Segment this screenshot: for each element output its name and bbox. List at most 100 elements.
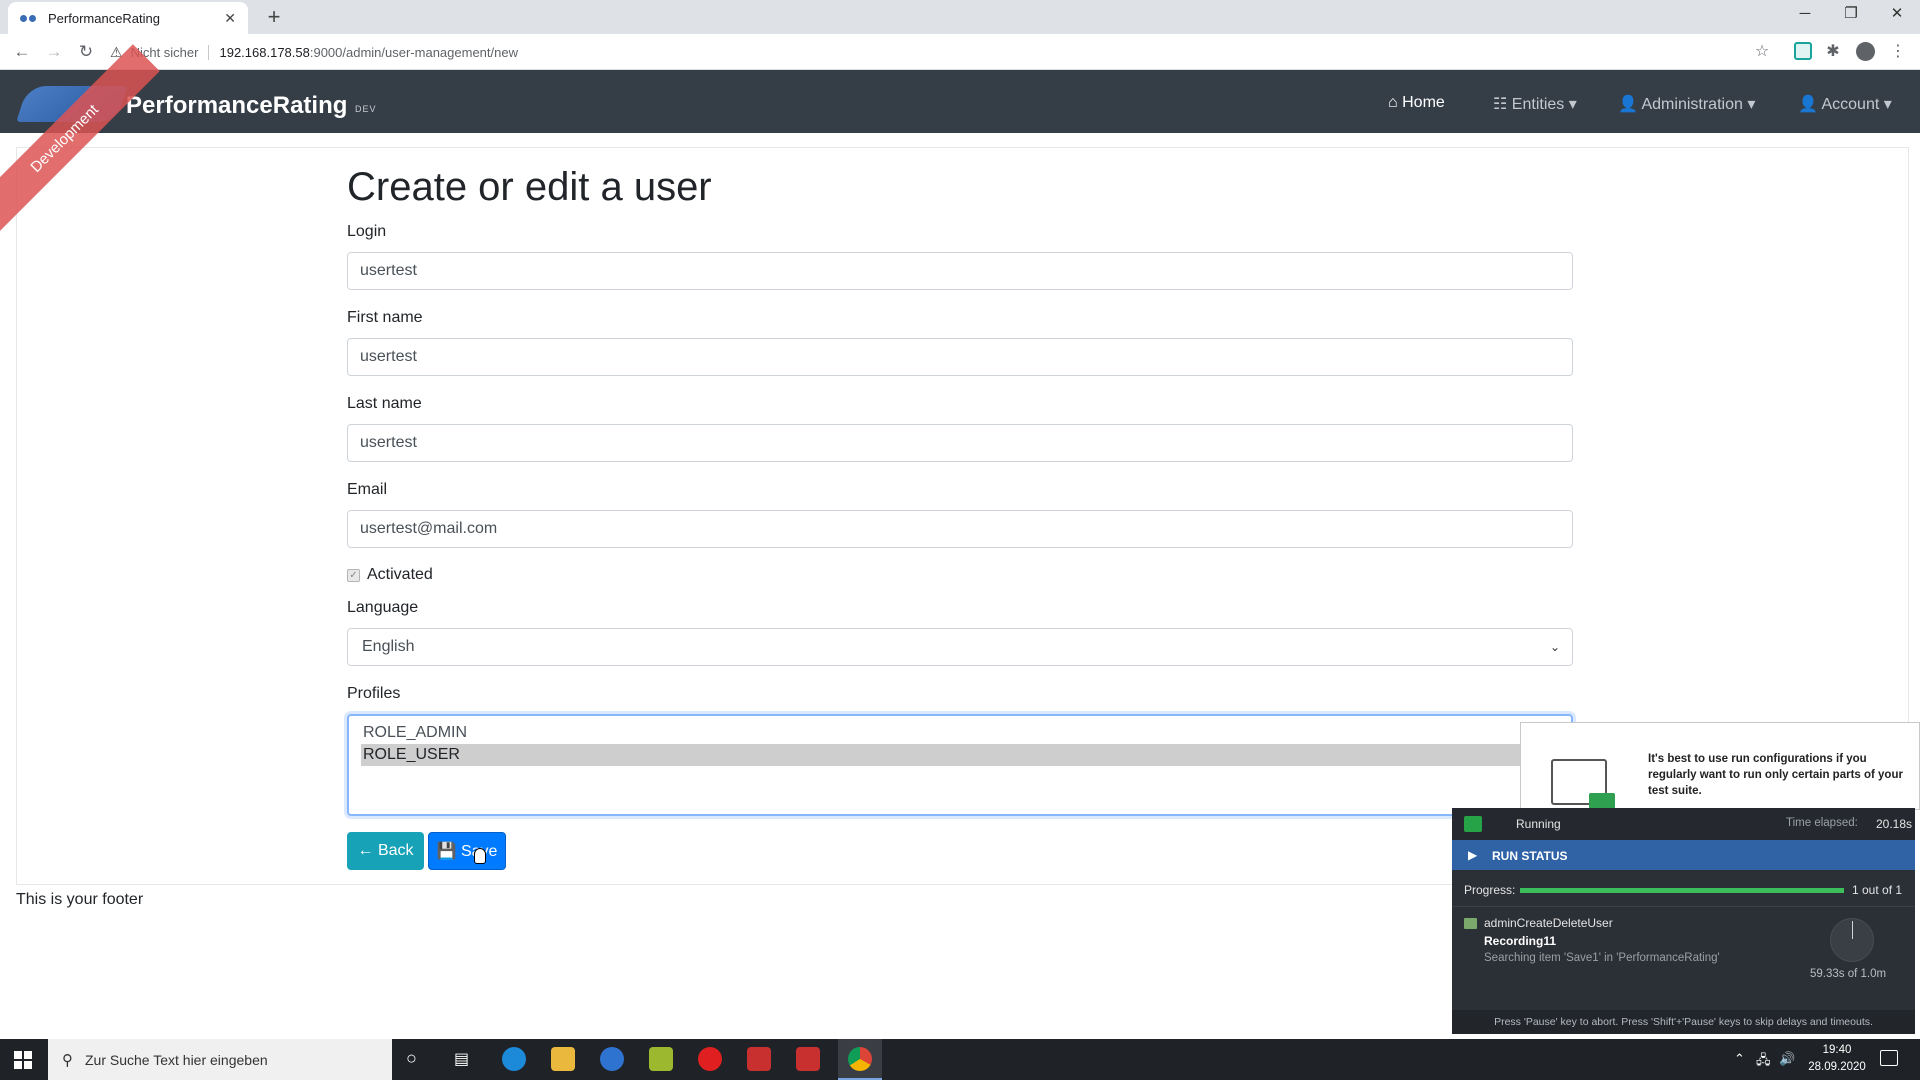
browser-tabstrip: PerformanceRating ✕ + ─ ❐ ✕: [0, 0, 1920, 34]
nav-home-label: Home: [1402, 94, 1445, 111]
nav-administration[interactable]: 👤 Administration ▾: [1618, 94, 1755, 114]
tray-chevron-up-icon[interactable]: ⌃: [1734, 1051, 1745, 1067]
forward-arrow-icon[interactable]: →: [42, 40, 66, 64]
nav-entities-label: Entities: [1511, 96, 1565, 113]
caret-down-icon: ▾: [1568, 96, 1577, 113]
taskbar-clock[interactable]: 19:40 28.09.2020: [1806, 1042, 1868, 1076]
brand-name[interactable]: PerformanceRating: [126, 92, 347, 120]
search-item-status: Searching item 'Save1' in 'PerformanceRa…: [1484, 952, 1720, 964]
page-title: Create or edit a user: [347, 165, 712, 209]
timeout-spinner-icon: [1830, 918, 1874, 962]
menu-kebab-icon[interactable]: ⋮: [1888, 42, 1908, 62]
close-window-icon[interactable]: ✕: [1874, 0, 1920, 30]
taskbar-search-box[interactable]: ⚲ Zur Suche Text hier eingeben: [48, 1039, 392, 1080]
tab-close-icon[interactable]: ✕: [224, 10, 236, 27]
mouse-pointer-icon: [474, 848, 486, 864]
first-name-label: First name: [347, 309, 423, 326]
nav-home[interactable]: ⌂ Home: [1388, 94, 1445, 112]
runner-footer-hint: Press 'Pause' key to abort. Press 'Shift…: [1452, 1010, 1915, 1034]
play-icon: ▶: [1468, 848, 1478, 862]
teams-app-icon[interactable]: [600, 1047, 624, 1071]
app-navbar: PerformanceRating DEV ⌂ Home ☷ Entities …: [0, 70, 1920, 133]
user-plus-icon: 👤: [1618, 96, 1638, 113]
env-badge: DEV: [355, 104, 377, 114]
last-name-input[interactable]: usertest: [347, 424, 1573, 462]
reload-icon[interactable]: ↻: [74, 40, 98, 64]
login-label: Login: [347, 223, 387, 240]
floppy-disk-icon: 💾: [436, 843, 457, 860]
progress-track: [1520, 888, 1844, 893]
address-bar[interactable]: ⚠ Nicht sicher 192.168.178.58:9000/admin…: [110, 38, 1770, 66]
profiles-label: Profiles: [347, 685, 401, 702]
network-icon[interactable]: 🖧: [1756, 1051, 1771, 1073]
nav-entities[interactable]: ☷ Entities ▾: [1493, 94, 1577, 114]
back-button[interactable]: ← Back: [347, 832, 424, 870]
ranorex-spy-icon[interactable]: [796, 1047, 820, 1071]
login-input[interactable]: usertest: [347, 252, 1573, 290]
run-status-bar[interactable]: ▶ RUN STATUS: [1452, 840, 1915, 870]
test-case-name: adminCreateDeleteUser: [1484, 916, 1613, 930]
language-value: English: [362, 638, 415, 655]
runner-header: Running Time elapsed: 20.18s: [1452, 808, 1915, 840]
new-tab-button[interactable]: +: [260, 4, 288, 32]
nav-account[interactable]: 👤 Account ▾: [1798, 94, 1892, 114]
url-host: 192.168.178.58: [219, 44, 310, 60]
progress-fill: [1520, 888, 1844, 893]
email-label: Email: [347, 481, 388, 498]
edge-browser-icon[interactable]: [502, 1047, 526, 1071]
ranorex-studio-icon[interactable]: [747, 1047, 771, 1071]
activated-checkbox[interactable]: ✓: [347, 569, 360, 582]
caret-down-icon: ▾: [1883, 96, 1892, 113]
first-name-input[interactable]: usertest: [347, 338, 1573, 376]
profile-option-admin[interactable]: ROLE_ADMIN: [361, 722, 1559, 744]
taskbar-search-placeholder: Zur Suche Text hier eingeben: [85, 1051, 268, 1068]
task-view-icon[interactable]: ▤: [454, 1049, 469, 1069]
minimize-icon[interactable]: ─: [1782, 0, 1828, 30]
puzzle-extensions-icon[interactable]: ✱: [1823, 42, 1843, 62]
browser-tab[interactable]: PerformanceRating ✕: [8, 2, 248, 34]
spinner-needle: [1852, 921, 1853, 939]
chrome-browser-icon: [848, 1047, 872, 1071]
clock-date: 28.09.2020: [1808, 1061, 1866, 1073]
app-favicon-icon: [20, 13, 36, 23]
file-explorer-icon[interactable]: [551, 1047, 575, 1071]
runner-tip-panel: It's best to use run configurations if y…: [1520, 722, 1920, 815]
table-icon: ☷: [1493, 96, 1508, 113]
restore-icon[interactable]: ❐: [1828, 0, 1874, 30]
testing-tool-icon[interactable]: [649, 1047, 673, 1071]
profiles-multiselect[interactable]: ROLE_ADMIN ROLE_USER: [347, 714, 1573, 816]
activated-label: Activated: [367, 566, 433, 583]
windows-start-icon[interactable]: [14, 1051, 32, 1069]
runner-app-icon: [1464, 816, 1482, 832]
email-input[interactable]: usertest@mail.com: [347, 510, 1573, 548]
search-icon: ⚲: [62, 1051, 73, 1069]
runner-divider: [1452, 906, 1915, 907]
time-elapsed-value: 20.18s: [1876, 817, 1913, 831]
profile-option-user[interactable]: ROLE_USER: [361, 744, 1559, 766]
timeout-progress: 59.33s of 1.0m: [1810, 968, 1887, 980]
opera-browser-icon[interactable]: [698, 1047, 722, 1071]
bookmark-star-icon[interactable]: ☆: [1752, 42, 1772, 62]
recording-name: Recording11: [1484, 934, 1557, 948]
volume-icon[interactable]: 🔊: [1779, 1051, 1795, 1067]
save-button[interactable]: 💾 Save: [428, 832, 506, 870]
last-name-label: Last name: [347, 395, 422, 412]
back-button-label: Back: [377, 842, 414, 859]
runner-status: Running: [1516, 817, 1561, 831]
progress-count: 1 out of 1: [1852, 883, 1903, 897]
test-case-icon: [1464, 918, 1477, 929]
extension-icon[interactable]: [1794, 42, 1812, 60]
profile-avatar-icon[interactable]: [1856, 42, 1875, 61]
taskbar-active-chrome[interactable]: [838, 1039, 882, 1080]
cortana-circle-icon[interactable]: ○: [406, 1048, 417, 1069]
arrow-left-icon: ←: [357, 842, 374, 859]
user-icon: 👤: [1798, 96, 1818, 113]
notification-center-icon[interactable]: [1880, 1050, 1898, 1066]
language-label: Language: [347, 599, 419, 616]
browser-toolbar: ← → ↻ ⚠ Nicht sicher 192.168.178.58:9000…: [0, 34, 1920, 70]
language-select[interactable]: English ⌄: [347, 628, 1573, 666]
progress-label: Progress:: [1464, 883, 1516, 897]
tab-title: PerformanceRating: [48, 10, 160, 26]
back-arrow-icon[interactable]: ←: [10, 40, 34, 64]
run-status-label: RUN STATUS: [1492, 849, 1568, 863]
